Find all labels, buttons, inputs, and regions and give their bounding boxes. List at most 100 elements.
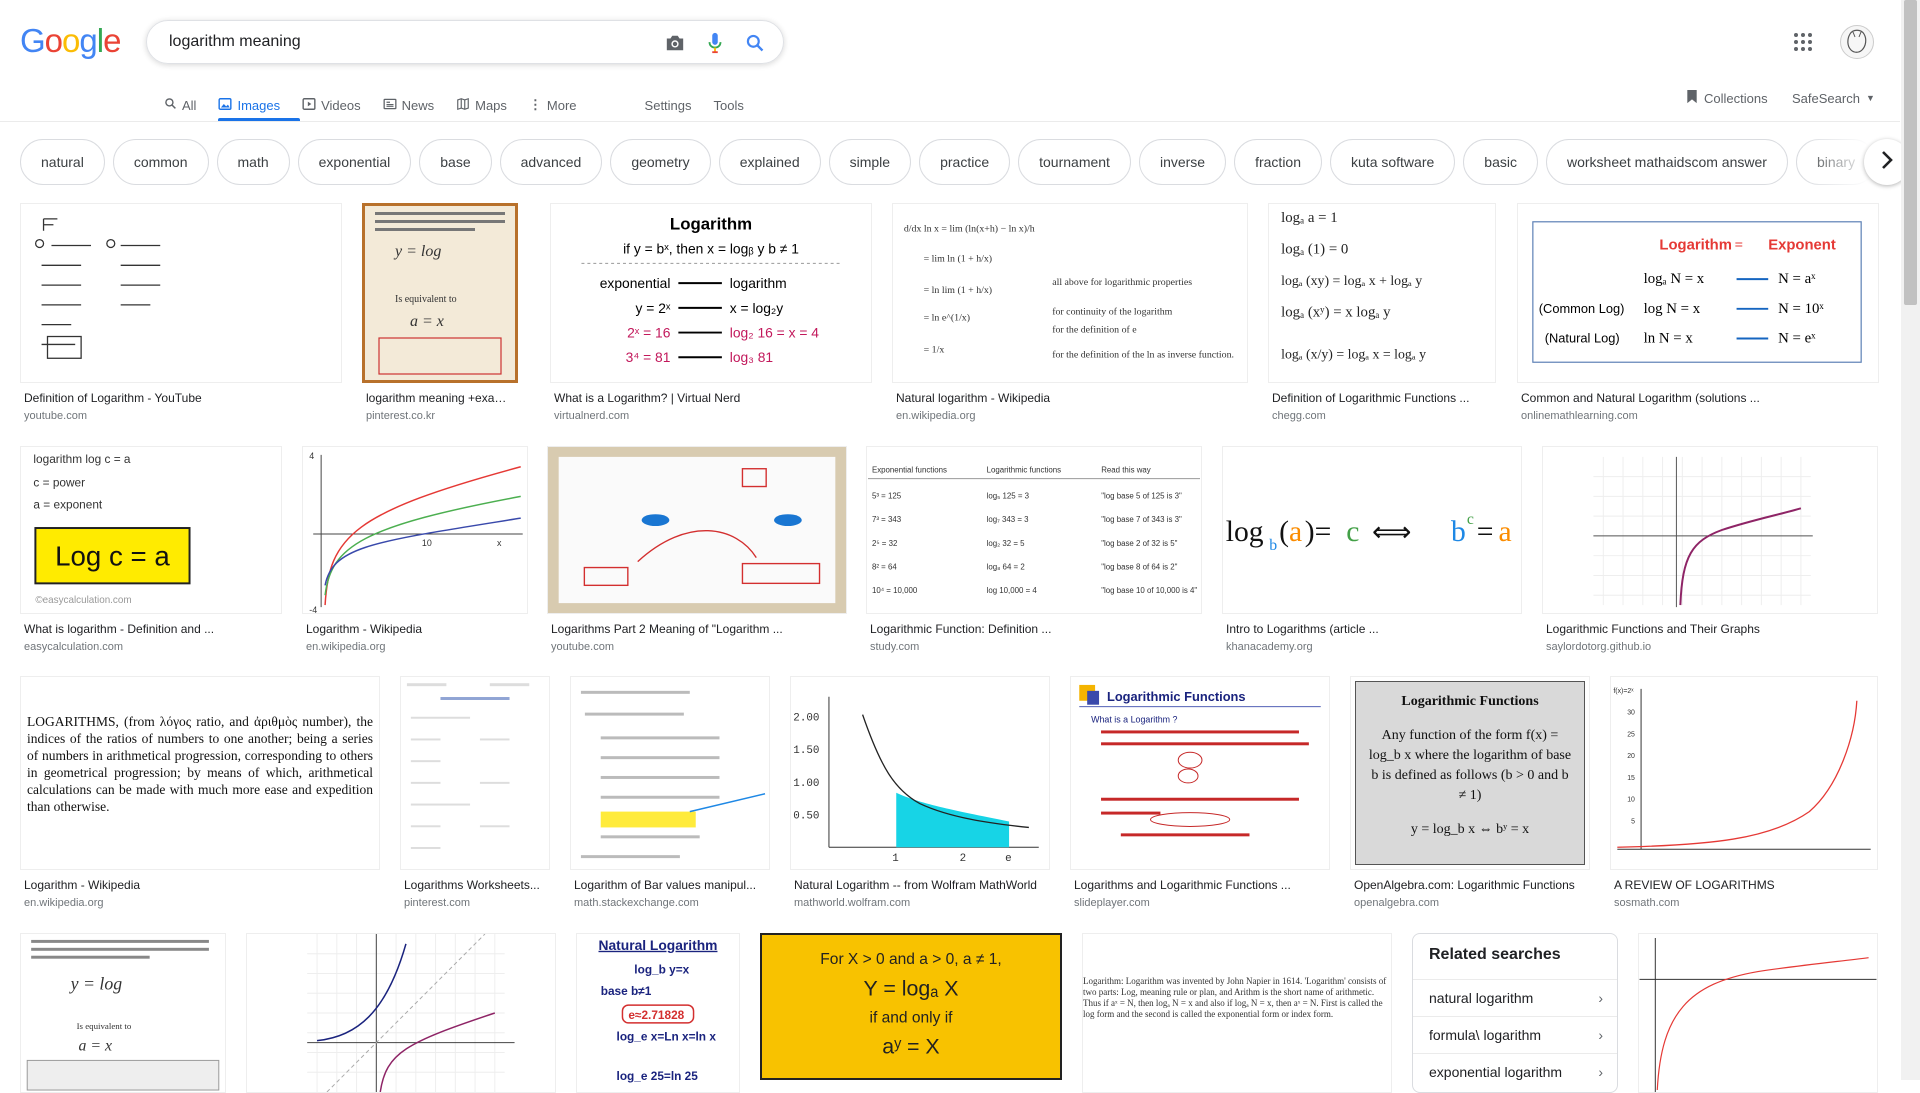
result-thumbnail[interactable] — [1542, 446, 1878, 614]
result-source[interactable]: khanacademy.org — [1226, 641, 1313, 653]
chip[interactable]: math — [216, 139, 290, 185]
chip[interactable]: exponential — [297, 139, 412, 185]
result-caption[interactable]: Common and Natural Logarithm (solutions … — [1521, 391, 1875, 405]
result-caption[interactable]: Logarithm of Bar values manipul... — [574, 878, 766, 892]
result-source[interactable]: pinterest.co.kr — [366, 410, 435, 422]
result-thumbnail[interactable]: For X > 0 and a > 0, a ≠ 1, Y = logₐ X i… — [760, 933, 1062, 1080]
result-thumbnail[interactable]: d/dx ln x = lim (ln(x+h) − ln x)/h = lim … — [892, 203, 1248, 383]
result-caption[interactable]: Definition of Logarithm - YouTube — [24, 391, 338, 405]
search-box[interactable] — [146, 20, 784, 64]
related-search-item[interactable]: formula\ logarithm › — [1413, 1016, 1617, 1052]
result-source[interactable]: math.stackexchange.com — [574, 897, 699, 909]
chip[interactable]: base — [419, 139, 492, 185]
chip[interactable]: tournament — [1018, 139, 1131, 185]
tab-maps[interactable]: Maps — [456, 90, 507, 120]
camera-icon[interactable] — [663, 31, 687, 55]
tab-videos[interactable]: Videos — [302, 90, 361, 120]
result-thumbnail[interactable]: LOGARITHMS, (from λόγος ratio, and ἀριθμ… — [20, 676, 380, 870]
mic-icon[interactable] — [703, 31, 727, 55]
result-caption[interactable]: Natural Logarithm -- from Wolfram MathWo… — [794, 878, 1046, 892]
related-search-item[interactable]: exponential logarithm › — [1413, 1053, 1617, 1089]
result-source[interactable]: virtualnerd.com — [554, 410, 629, 422]
result-thumbnail[interactable]: Natural Logarithm log_b y=x base b≠1 e≈2… — [576, 933, 740, 1093]
apps-icon[interactable] — [1793, 32, 1813, 57]
chip[interactable]: kuta software — [1330, 139, 1456, 185]
result-thumbnail[interactable] — [1638, 933, 1878, 1093]
tab-more[interactable]: ⋮ More — [529, 90, 577, 120]
result-source[interactable]: youtube.com — [551, 641, 614, 653]
chip[interactable]: advanced — [499, 139, 603, 185]
result-thumbnail[interactable] — [20, 203, 342, 383]
result-thumbnail[interactable]: logₐ a = 1 logₐ (1) = 0 logₐ (xy) = logₐ… — [1268, 203, 1496, 383]
chip[interactable]: natural — [20, 139, 105, 185]
result-source[interactable]: study.com — [870, 641, 919, 653]
chip[interactable]: explained — [718, 139, 821, 185]
tab-news[interactable]: News — [383, 90, 434, 120]
result-thumbnail[interactable] — [570, 676, 770, 870]
result-thumbnail[interactable]: Logarithm if y = bˣ, then x = logᵦ y b ≠… — [550, 203, 872, 383]
result-caption[interactable]: What is logarithm - Definition and ... — [24, 622, 278, 636]
result-caption[interactable]: A REVIEW OF LOGARITHMS — [1614, 878, 1874, 892]
result-thumbnail[interactable]: Logarithmic Functions What is a Logarith… — [1070, 676, 1330, 870]
chip[interactable]: geometry — [610, 139, 711, 185]
result-caption[interactable]: Logarithms and Logarithmic Functions ... — [1074, 878, 1326, 892]
result-thumbnail[interactable]: Logarithm: Logarithm was invented by Joh… — [1082, 933, 1392, 1093]
result-source[interactable]: sosmath.com — [1614, 897, 1679, 909]
result-source[interactable]: easycalculation.com — [24, 641, 123, 653]
result-caption[interactable]: Logarithm - Wikipedia — [306, 622, 524, 636]
avatar[interactable] — [1840, 25, 1874, 59]
result-thumbnail[interactable]: Exponential functions Logarithmic functi… — [866, 446, 1202, 614]
result-thumbnail[interactable] — [246, 933, 556, 1093]
result-source[interactable]: onlinemathlearning.com — [1521, 410, 1638, 422]
result-thumbnail[interactable]: f(x)=2ˣ 30 25 20 15 10 5 — [1610, 676, 1878, 870]
result-source[interactable]: openalgebra.com — [1354, 897, 1439, 909]
safesearch-button[interactable]: SafeSearch ▼ — [1792, 90, 1875, 106]
chip[interactable]: simple — [828, 139, 912, 185]
result-thumbnail[interactable]: Logarithm = Exponent logₐ N = x N = aˣ (… — [1517, 203, 1879, 383]
search-icon[interactable] — [743, 31, 767, 55]
chip[interactable]: inverse — [1138, 139, 1227, 185]
result-caption[interactable]: Logarithmic Function: Definition ... — [870, 622, 1198, 636]
search-input[interactable] — [167, 32, 651, 52]
chip[interactable]: basic — [1463, 139, 1538, 185]
result-source[interactable]: youtube.com — [24, 410, 87, 422]
tab-tools[interactable]: Tools — [714, 90, 744, 120]
result-source[interactable]: chegg.com — [1272, 410, 1326, 422]
result-caption[interactable]: Natural logarithm - Wikipedia — [896, 391, 1244, 405]
result-thumbnail[interactable]: logarithm log c = a c = power a = expone… — [20, 446, 282, 614]
google-logo[interactable]: Google — [20, 22, 121, 60]
result-caption[interactable]: Logarithm - Wikipedia — [24, 878, 376, 892]
result-thumbnail[interactable] — [400, 676, 550, 870]
result-caption[interactable]: Logarithms Worksheets... — [404, 878, 546, 892]
tab-settings[interactable]: Settings — [645, 90, 692, 120]
result-thumbnail[interactable]: y = log Is equivalent to a = x — [20, 933, 226, 1093]
related-search-item[interactable]: natural logarithm › — [1413, 979, 1617, 1015]
result-thumbnail[interactable]: Logarithmic Functions Any function of th… — [1350, 676, 1590, 870]
tab-images[interactable]: Images — [218, 90, 280, 120]
scrollbar-thumb[interactable] — [1904, 0, 1917, 305]
result-caption[interactable]: What is a Logarithm? | Virtual Nerd — [554, 391, 868, 405]
tab-all[interactable]: All — [164, 90, 196, 120]
chip[interactable]: common — [112, 139, 209, 185]
result-thumbnail[interactable] — [547, 446, 847, 614]
result-caption[interactable]: Logarithms Part 2 Meaning of "Logarithm … — [551, 622, 843, 636]
result-source[interactable]: slideplayer.com — [1074, 897, 1150, 909]
result-caption[interactable]: OpenAlgebra.com: Logarithmic Functions — [1354, 878, 1586, 892]
result-caption[interactable]: Logarithmic Functions and Their Graphs — [1546, 622, 1874, 636]
result-source[interactable]: en.wikipedia.org — [24, 897, 104, 909]
result-source[interactable]: mathworld.wolfram.com — [794, 897, 910, 909]
result-source[interactable]: saylordotorg.github.io — [1546, 641, 1651, 653]
result-caption[interactable]: Intro to Logarithms (article ... — [1226, 622, 1518, 636]
result-source[interactable]: en.wikipedia.org — [306, 641, 386, 653]
result-source[interactable]: pinterest.com — [404, 897, 470, 909]
chip[interactable]: fraction — [1234, 139, 1323, 185]
result-source[interactable]: en.wikipedia.org — [896, 410, 976, 422]
result-thumbnail[interactable]: y = log Is equivalent to a = x — [362, 203, 518, 383]
result-thumbnail[interactable]: log b (a)= c ⟺ bc = a — [1222, 446, 1522, 614]
chip[interactable]: worksheet mathaidscom answer — [1545, 139, 1788, 185]
result-caption[interactable]: Definition of Logarithmic Functions ... — [1272, 391, 1492, 405]
result-thumbnail[interactable]: 4 -4 10 x — [302, 446, 528, 614]
chip[interactable]: practice — [919, 139, 1011, 185]
collections-button[interactable]: Collections — [1686, 89, 1768, 106]
result-caption[interactable]: logarithm meaning +exam ... — [366, 391, 516, 405]
